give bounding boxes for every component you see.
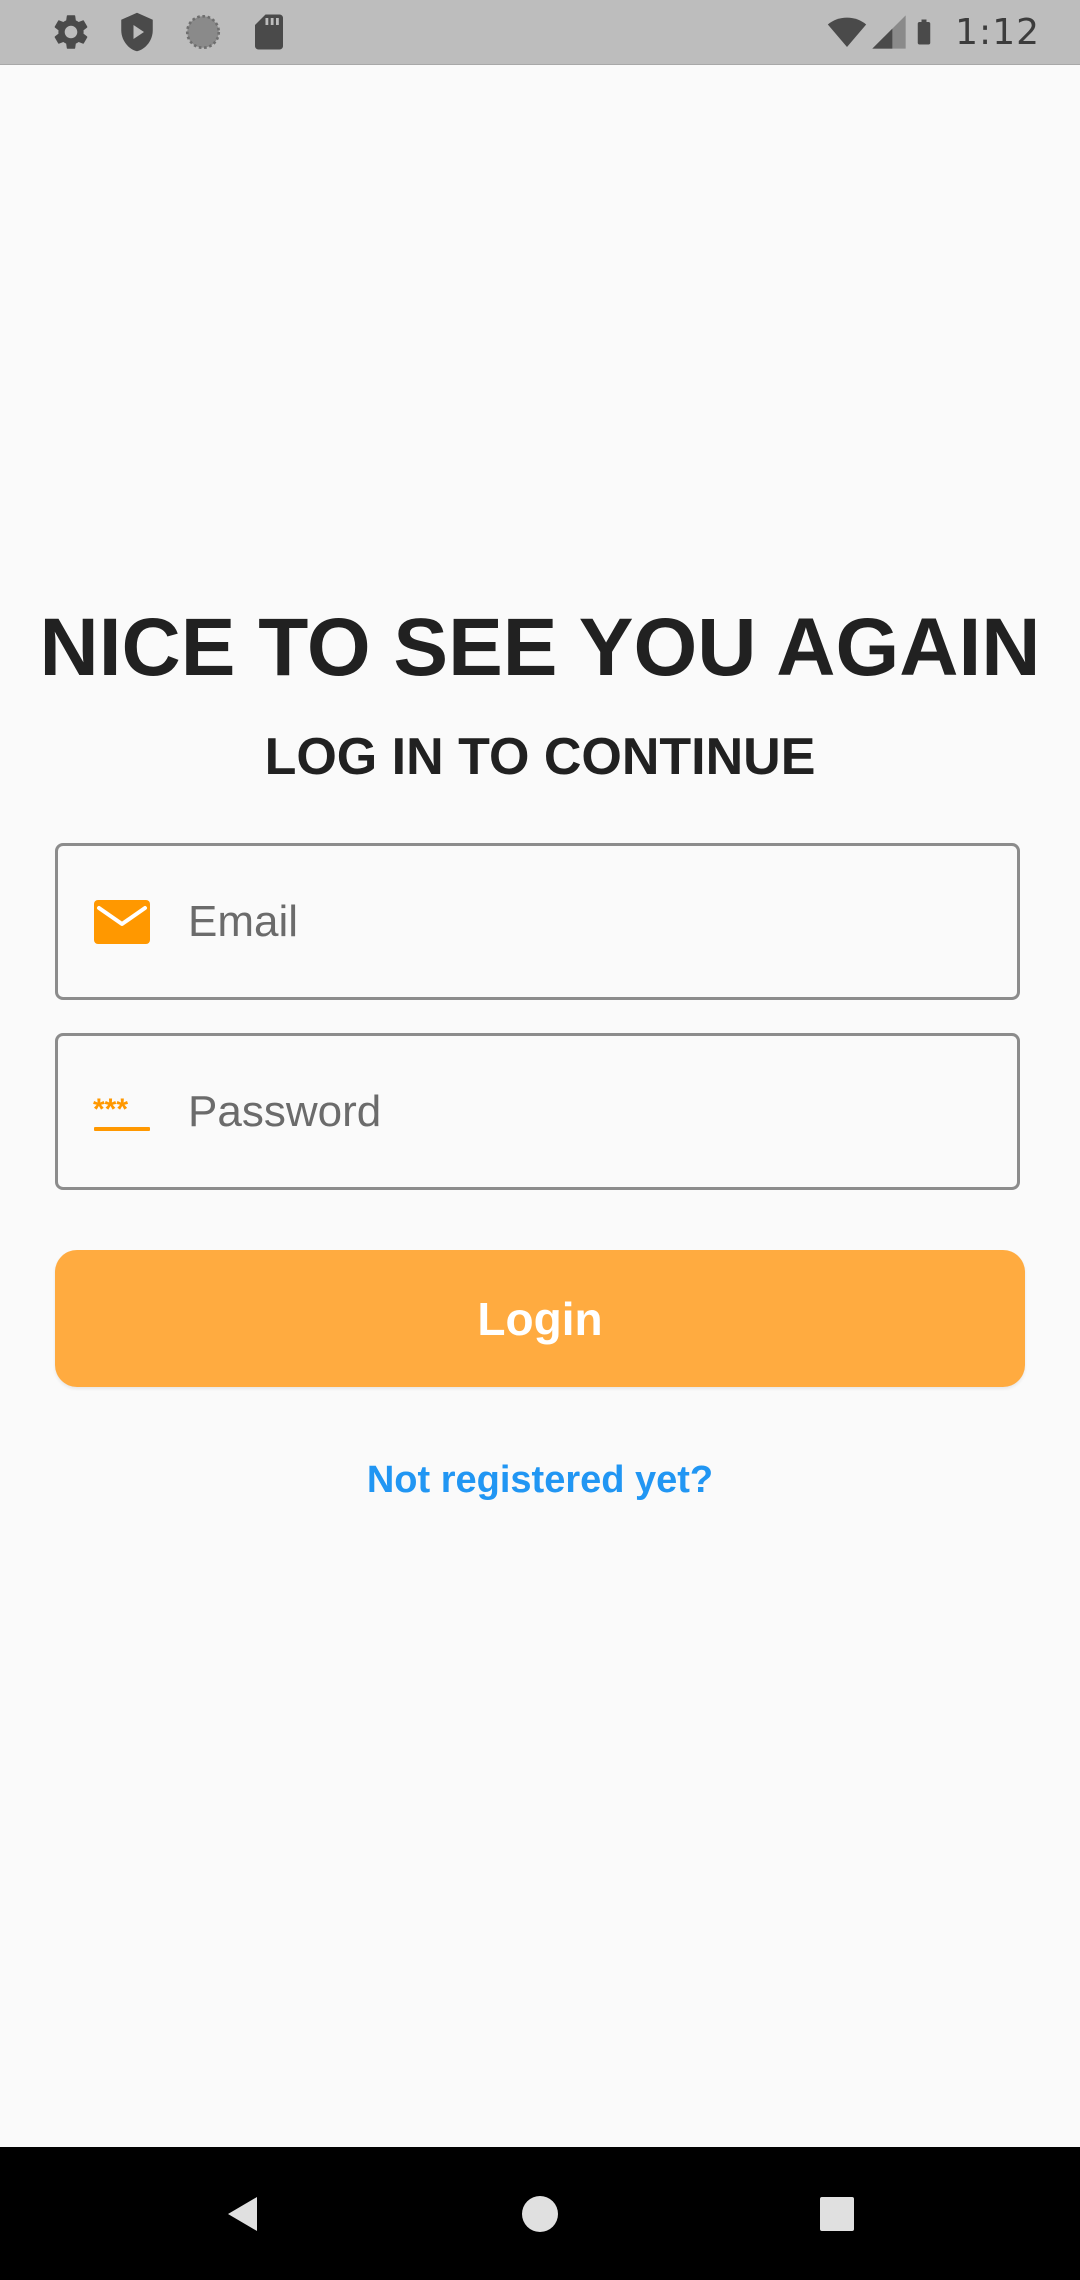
page-subtitle: LOG IN TO CONTINUE	[264, 728, 816, 786]
email-field[interactable]	[55, 843, 1020, 1000]
password-field[interactable]: ***	[55, 1033, 1020, 1190]
gear-icon	[54, 15, 88, 49]
recents-button[interactable]	[777, 2147, 897, 2280]
password-input[interactable]	[188, 1036, 987, 1187]
login-button[interactable]: Login	[55, 1250, 1025, 1387]
home-icon	[522, 2195, 558, 2232]
recents-icon	[820, 2196, 854, 2231]
battery-icon	[917, 19, 931, 45]
loading-circle-icon	[185, 14, 221, 50]
navigation-bar	[0, 2147, 1080, 2280]
email-input[interactable]	[188, 846, 987, 997]
shield-play-icon	[121, 12, 153, 52]
svg-text:***: ***	[93, 1093, 128, 1126]
back-icon	[228, 2196, 257, 2231]
cellular-signal-icon	[872, 15, 906, 49]
status-bar-left-icons	[50, 0, 314, 64]
status-bar: 1:12	[0, 0, 1080, 65]
wifi-icon	[827, 17, 867, 47]
mail-icon	[94, 899, 150, 944]
back-button[interactable]	[183, 2147, 303, 2280]
home-button[interactable]	[480, 2147, 600, 2280]
password-asterisks-icon: ***	[93, 1093, 150, 1131]
sd-card-icon	[255, 14, 283, 50]
status-bar-time: 1:12	[955, 11, 1040, 53]
status-bar-right-icons: 1:12	[825, 0, 1040, 64]
page-title: NICE TO SEE YOU AGAIN	[39, 602, 1041, 693]
register-link[interactable]: Not registered yet?	[0, 1452, 1080, 1508]
